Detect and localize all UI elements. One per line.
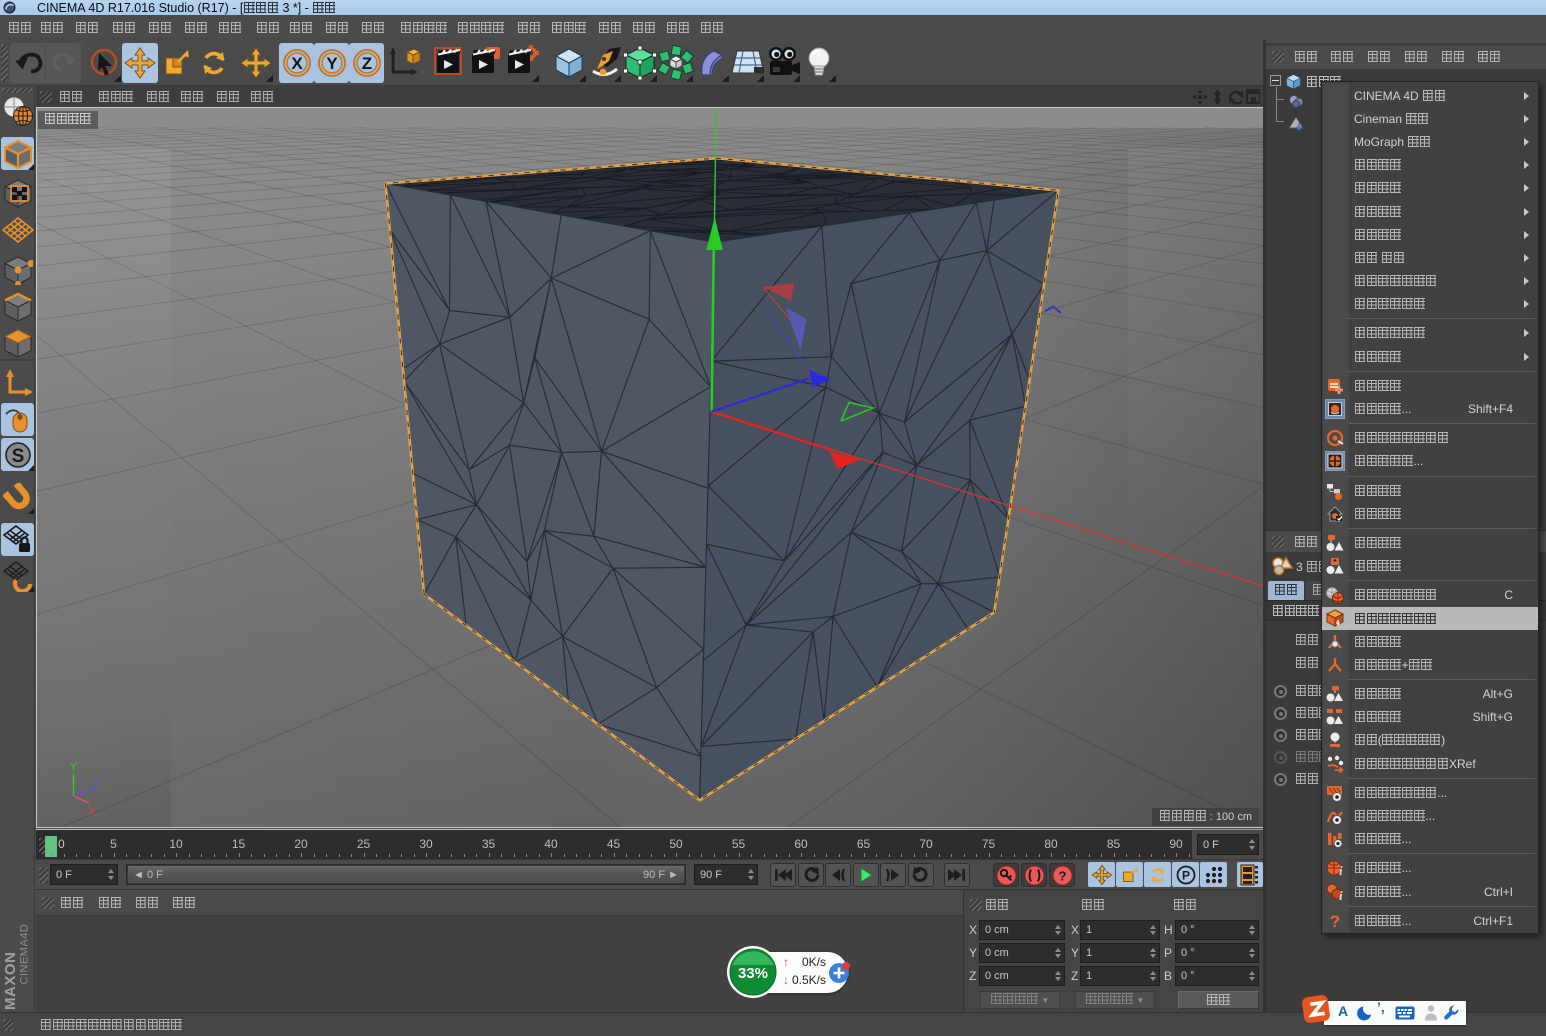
- svg-text:Z: Z: [361, 54, 371, 73]
- svg-text:i: i: [1339, 863, 1343, 878]
- svg-text:S: S: [11, 446, 24, 467]
- svg-text:i: i: [1339, 888, 1343, 902]
- svg-text:X: X: [291, 54, 303, 73]
- svg-text:33%: 33%: [738, 965, 768, 982]
- svg-text:P: P: [1181, 868, 1189, 882]
- svg-text:?: ?: [1330, 912, 1340, 931]
- svg-text:Y: Y: [326, 54, 338, 73]
- svg-text:Y: Y: [70, 761, 78, 773]
- svg-text:Z: Z: [92, 779, 99, 791]
- svg-text:X: X: [88, 806, 96, 818]
- svg-text:?: ?: [1059, 869, 1067, 884]
